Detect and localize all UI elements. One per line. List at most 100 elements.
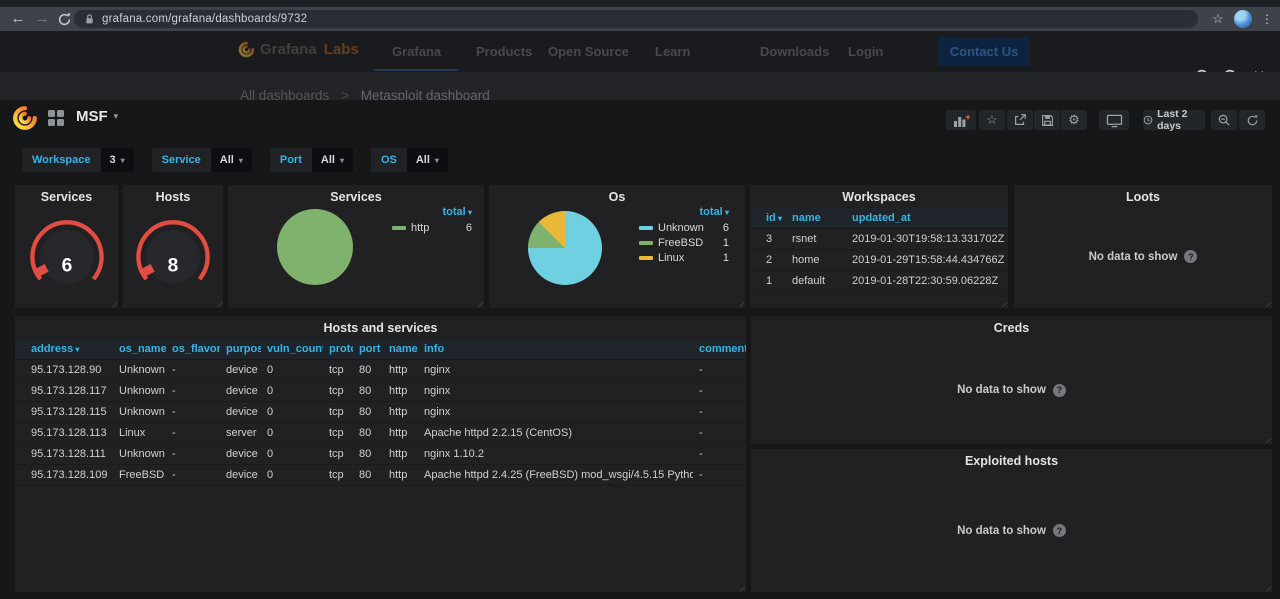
panel-title[interactable]: Workspaces bbox=[750, 185, 1008, 205]
column-header-name[interactable]: name bbox=[786, 208, 846, 229]
time-range-picker[interactable]: Last 2 days bbox=[1143, 108, 1205, 132]
legend-color-dash bbox=[639, 241, 653, 245]
help-icon[interactable]: ? bbox=[1052, 383, 1066, 397]
legend-series-value: 6 bbox=[465, 222, 472, 234]
table-cell: http bbox=[383, 443, 418, 465]
site-header: Grafana Labs Grafana Products Open Source Le… bbox=[0, 31, 1280, 87]
table-cell: - bbox=[693, 380, 746, 402]
column-header-name[interactable]: name bbox=[383, 339, 418, 360]
table-cell: - bbox=[166, 359, 220, 381]
legend-color-dash bbox=[392, 226, 406, 230]
filter-value-dropdown[interactable]: All ▾ bbox=[311, 148, 353, 172]
table-row: 2 home 2019-01-29T15:58:44.434766Z bbox=[750, 249, 1008, 271]
panel-exploited-hosts: Exploited hosts No data to show ? bbox=[751, 449, 1272, 592]
star-dashboard-button[interactable]: ☆ bbox=[979, 110, 1005, 130]
column-header-port[interactable]: port bbox=[353, 339, 383, 360]
panel-title[interactable]: Hosts and services bbox=[15, 316, 746, 336]
filter-value-dropdown[interactable]: All ▾ bbox=[210, 148, 252, 172]
site-logo[interactable]: Grafana Labs bbox=[238, 41, 359, 58]
table-row: 95.173.128.111 Unknown - device 0 tcp 80 http ng… bbox=[15, 443, 746, 465]
table-row: 95.173.128.115 Unknown - device 0 tcp 80 http ng… bbox=[15, 401, 746, 423]
back-icon[interactable]: ← bbox=[8, 7, 28, 31]
panel-title[interactable]: Os bbox=[489, 185, 745, 205]
column-header-info[interactable]: info bbox=[418, 339, 693, 360]
table-cell: 95.173.128.113 bbox=[15, 422, 113, 444]
table-cell: Apache httpd 2.4.25 (FreeBSD) mod_wsgi/4… bbox=[418, 464, 693, 486]
filter-service: Service All ▾ bbox=[151, 148, 252, 172]
nav-item-downloads[interactable]: Downloads bbox=[760, 31, 829, 72]
table-cell: device bbox=[220, 401, 261, 423]
table-cell: 95.173.128.90 bbox=[15, 359, 113, 381]
table-row: 95.173.128.90 Unknown - device 0 tcp 80 http ngi… bbox=[15, 359, 746, 381]
filter-value-dropdown[interactable]: 3 ▾ bbox=[100, 148, 134, 172]
refresh-dashboard-button[interactable] bbox=[1239, 110, 1265, 130]
table-cell: device bbox=[220, 464, 261, 486]
column-header-proto[interactable]: proto bbox=[323, 339, 353, 360]
nav-item-products[interactable]: Products bbox=[476, 31, 532, 72]
legend-sort-header[interactable]: total ▾ bbox=[392, 206, 472, 218]
profile-avatar[interactable] bbox=[1234, 10, 1252, 28]
browser-menu-icon[interactable]: ⋮ bbox=[1257, 7, 1277, 31]
panel-title[interactable]: Exploited hosts bbox=[751, 449, 1272, 469]
panel-title[interactable]: Hosts bbox=[123, 185, 223, 205]
add-panel-button[interactable]: + bbox=[946, 110, 976, 130]
table-cell: - bbox=[166, 443, 220, 465]
panel-title[interactable]: Services bbox=[228, 185, 484, 205]
nav-item-learn[interactable]: Learn bbox=[655, 31, 690, 72]
breadcrumb-parent-link[interactable]: All dashboards bbox=[240, 88, 329, 100]
table-cell: nginx 1.10.2 bbox=[418, 443, 693, 465]
table-cell: 95.173.128.117 bbox=[15, 380, 113, 402]
column-header-vuln_count[interactable]: vuln_count bbox=[261, 339, 323, 360]
legend-item: http 6 bbox=[392, 222, 472, 234]
url-bar[interactable]: grafana.com/grafana/dashboards/9732 bbox=[74, 10, 1198, 28]
browser-tabstrip bbox=[0, 0, 1280, 7]
forward-icon[interactable]: → bbox=[32, 7, 52, 31]
help-icon[interactable]: ? bbox=[1052, 524, 1066, 537]
settings-gear-icon[interactable]: ⚙ bbox=[1061, 110, 1087, 130]
panel-title[interactable]: Loots bbox=[1014, 185, 1272, 205]
table-cell: 95.173.128.115 bbox=[15, 401, 113, 423]
dashboard-title-dropdown[interactable]: MSF ▾ bbox=[76, 108, 118, 125]
filter-value-dropdown[interactable]: All ▾ bbox=[406, 148, 448, 172]
legend-color-dash bbox=[639, 226, 653, 230]
column-header-os_name[interactable]: os_name bbox=[113, 339, 166, 360]
nav-item-grafana[interactable]: Grafana bbox=[392, 31, 441, 72]
chevron-down-icon: ▾ bbox=[238, 156, 243, 165]
table-row: 3 rsnet 2019-01-30T19:58:13.331702Z bbox=[750, 228, 1008, 250]
nav-item-login[interactable]: Login bbox=[848, 31, 883, 72]
nav-item-open-source[interactable]: Open Source bbox=[548, 31, 629, 72]
contact-us-button[interactable]: Contact Us bbox=[938, 37, 1030, 66]
column-header-updated_at[interactable]: updated_at bbox=[846, 208, 1008, 229]
bookmark-star-icon[interactable]: ☆ bbox=[1208, 7, 1228, 31]
panel-workspaces: Workspaces id ▾ name updated_at 3 rsnet 2019… bbox=[750, 185, 1008, 308]
column-header-os_flavor[interactable]: os_flavor bbox=[166, 339, 220, 360]
table-cell: 80 bbox=[353, 359, 383, 381]
panel-hosts-and-services: Hosts and services address ▾ os_name os_fl… bbox=[15, 316, 746, 592]
table-cell: - bbox=[693, 443, 746, 465]
share-dashboard-button[interactable] bbox=[1007, 110, 1033, 130]
brand-suffix: Labs bbox=[323, 41, 359, 58]
dashboard-grid-icon[interactable] bbox=[48, 110, 64, 126]
legend-series-name[interactable]: Linux bbox=[658, 252, 718, 264]
help-icon[interactable]: ? bbox=[1184, 250, 1198, 263]
reload-icon[interactable] bbox=[54, 11, 74, 27]
column-header-address[interactable]: address ▾ bbox=[15, 339, 113, 360]
grafana-logo-icon bbox=[13, 106, 37, 130]
panel-title[interactable]: Services bbox=[15, 185, 118, 205]
chevron-down-icon: ▾ bbox=[465, 208, 472, 217]
legend-sort-header[interactable]: total ▾ bbox=[639, 206, 729, 218]
panel-title[interactable]: Creds bbox=[751, 316, 1272, 336]
save-dashboard-button[interactable] bbox=[1034, 110, 1060, 130]
legend-series-name[interactable]: FreeBSD bbox=[658, 237, 718, 249]
zoom-out-time-button[interactable] bbox=[1211, 110, 1237, 130]
tv-cycle-view-button[interactable] bbox=[1099, 110, 1129, 130]
legend-series-name[interactable]: http bbox=[411, 222, 461, 234]
lock-icon bbox=[84, 13, 95, 25]
table-cell: http bbox=[383, 359, 418, 381]
legend-series-name[interactable]: Unknown bbox=[658, 222, 718, 234]
table-cell: rsnet bbox=[786, 228, 846, 250]
filter-os: OS All ▾ bbox=[370, 148, 448, 172]
column-header-purpose[interactable]: purpose bbox=[220, 339, 261, 360]
column-header-comments[interactable]: comments bbox=[693, 339, 746, 360]
column-header-id[interactable]: id ▾ bbox=[750, 208, 786, 229]
